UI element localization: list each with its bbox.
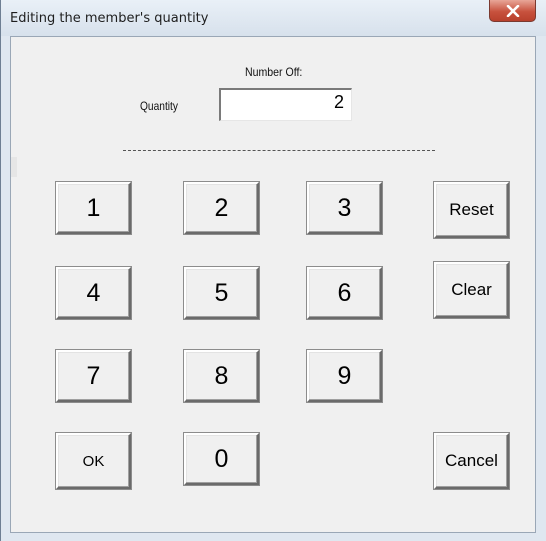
dialog-body: Number Off: Quantity 2 1 2 3 Reset 4 5 6…: [10, 36, 536, 533]
key-1-button[interactable]: 1: [55, 181, 132, 235]
edge-strip: [11, 157, 17, 177]
reset-button[interactable]: Reset: [433, 181, 510, 239]
key-0-button[interactable]: 0: [183, 432, 260, 486]
key-8-button[interactable]: 8: [183, 349, 260, 403]
close-button[interactable]: [489, 0, 536, 22]
cancel-button[interactable]: Cancel: [433, 432, 510, 490]
key-3-button[interactable]: 3: [306, 181, 383, 235]
separator-line: [123, 150, 435, 151]
ok-button[interactable]: OK: [55, 432, 132, 490]
key-7-button[interactable]: 7: [55, 349, 132, 403]
key-4-button[interactable]: 4: [55, 266, 132, 320]
quantity-input[interactable]: 2: [219, 88, 352, 121]
window-title: Editing the member's quantity: [10, 11, 209, 26]
key-2-button[interactable]: 2: [183, 181, 260, 235]
close-icon: [506, 4, 519, 17]
key-9-button[interactable]: 9: [306, 349, 383, 403]
title-bar[interactable]: Editing the member's quantity: [1, 0, 546, 36]
number-off-label: Number Off:: [245, 65, 303, 79]
key-5-button[interactable]: 5: [183, 266, 260, 320]
key-6-button[interactable]: 6: [306, 266, 383, 320]
dialog-window: Editing the member's quantity Number Off…: [0, 0, 546, 541]
clear-button[interactable]: Clear: [433, 261, 510, 319]
quantity-label: Quantity: [140, 99, 178, 113]
